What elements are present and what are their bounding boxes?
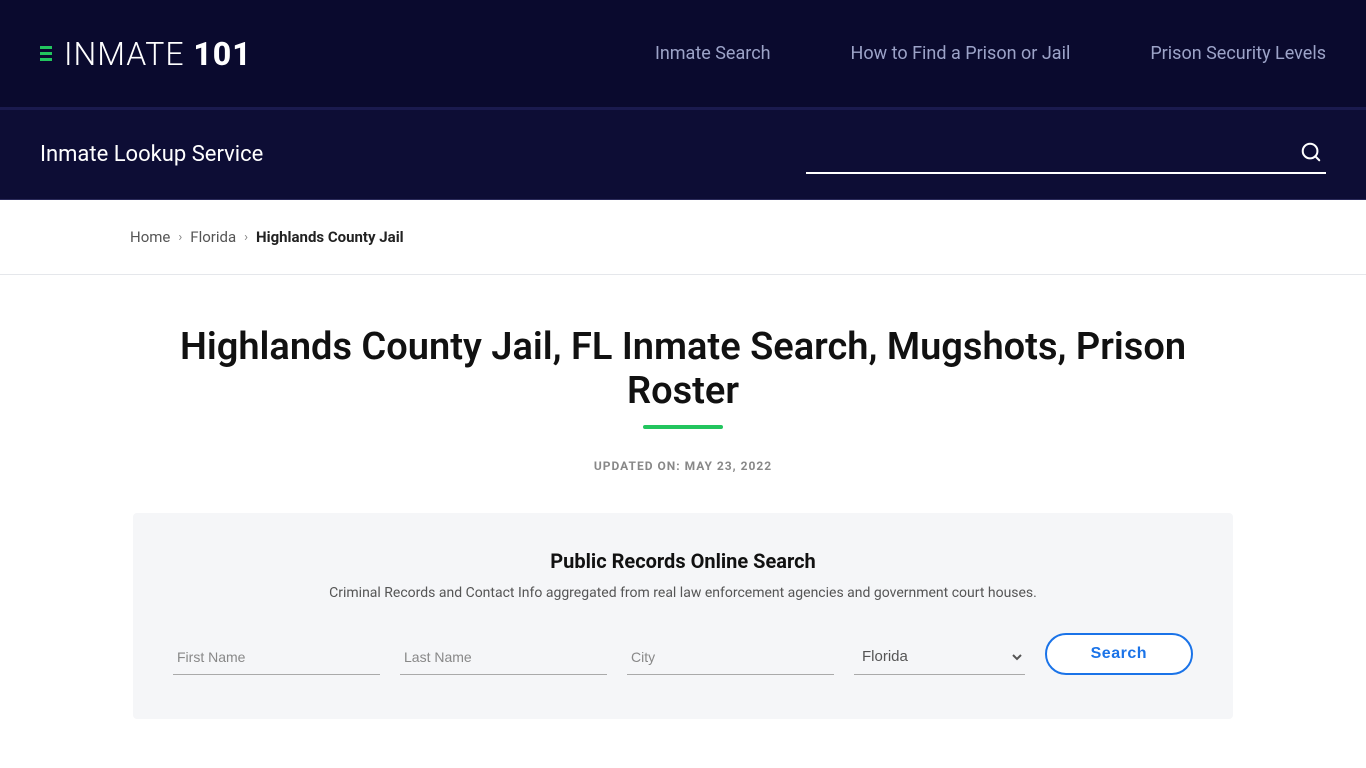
city-field xyxy=(627,641,834,675)
first-name-field xyxy=(173,641,380,675)
first-name-input[interactable] xyxy=(173,641,380,675)
breadcrumb: Home › Florida › Highlands County Jail xyxy=(130,228,1236,246)
last-name-input[interactable] xyxy=(400,641,607,675)
top-nav: INMATE 101 Inmate Search How to Find a P… xyxy=(0,0,1366,110)
logo-icon xyxy=(40,46,52,61)
search-form: Florida Search xyxy=(173,633,1193,675)
logo-text: INMATE 101 xyxy=(64,35,252,73)
page-title: Highlands County Jail, FL Inmate Search,… xyxy=(130,325,1236,413)
breadcrumb-state[interactable]: Florida xyxy=(190,228,236,246)
city-input[interactable] xyxy=(627,641,834,675)
search-service-label: Inmate Lookup Service xyxy=(40,142,263,167)
logo-link[interactable]: INMATE 101 xyxy=(40,35,252,73)
nav-links: Inmate Search How to Find a Prison or Ja… xyxy=(655,43,1326,64)
search-section: Inmate Lookup Service xyxy=(0,110,1366,200)
search-box: Public Records Online Search Criminal Re… xyxy=(133,513,1233,719)
state-field: Florida xyxy=(854,639,1025,675)
logo-inmate: INMATE xyxy=(64,35,193,73)
updated-label: UPDATED ON: MAY 23, 2022 xyxy=(130,459,1236,473)
title-underline xyxy=(643,425,723,429)
nav-link-find-prison[interactable]: How to Find a Prison or Jail xyxy=(851,43,1071,64)
search-box-subtitle: Criminal Records and Contact Info aggreg… xyxy=(173,585,1193,601)
breadcrumb-separator-2: › xyxy=(244,230,248,245)
search-box-title: Public Records Online Search xyxy=(173,549,1193,573)
search-bar-input[interactable] xyxy=(806,135,1326,174)
search-button[interactable]: Search xyxy=(1045,633,1193,675)
state-select[interactable]: Florida xyxy=(854,639,1025,675)
nav-link-inmate-search[interactable]: Inmate Search xyxy=(655,43,771,64)
nav-item-security-levels[interactable]: Prison Security Levels xyxy=(1150,43,1326,64)
nav-item-inmate-search[interactable]: Inmate Search xyxy=(655,43,771,64)
breadcrumb-section: Home › Florida › Highlands County Jail xyxy=(0,200,1366,275)
logo-num: 101 xyxy=(193,35,251,73)
main-content: Highlands County Jail, FL Inmate Search,… xyxy=(0,275,1366,759)
breadcrumb-separator-1: › xyxy=(178,230,182,245)
nav-item-find-prison[interactable]: How to Find a Prison or Jail xyxy=(851,43,1071,64)
nav-link-security-levels[interactable]: Prison Security Levels xyxy=(1150,43,1326,64)
search-bar-wrapper xyxy=(806,135,1326,174)
breadcrumb-home[interactable]: Home xyxy=(130,228,170,246)
last-name-field xyxy=(400,641,607,675)
breadcrumb-current: Highlands County Jail xyxy=(256,228,404,246)
search-bar-icon[interactable] xyxy=(1300,141,1322,169)
